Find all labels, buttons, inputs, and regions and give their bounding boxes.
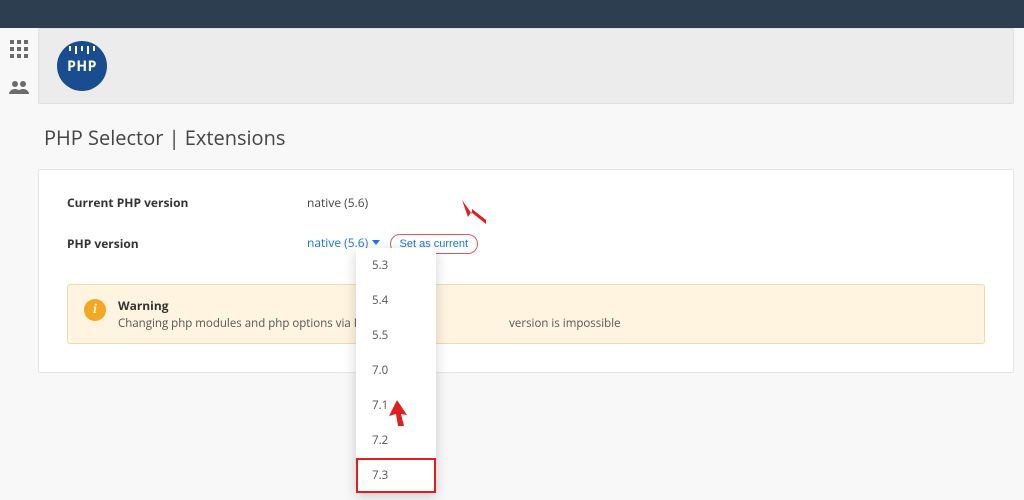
php-version-option[interactable]: 5.3 <box>356 248 436 283</box>
current-php-version-value: native (5.6) <box>307 194 368 211</box>
php-version-option[interactable]: 7.0 <box>356 353 436 388</box>
current-php-version-label: Current PHP version <box>67 194 307 211</box>
warning-icon: i <box>84 299 106 321</box>
php-version-dropdown-menu[interactable]: 5.35.45.57.07.17.27.3 <box>356 248 436 493</box>
caret-down-icon <box>372 240 380 245</box>
php-selector-logo: PHP <box>57 41 107 91</box>
apps-grid-icon[interactable] <box>10 40 28 62</box>
main-panel: Current PHP version native (5.6) PHP ver… <box>38 169 1014 373</box>
warning-alert: i Warning Changing php modules and php o… <box>67 284 985 344</box>
php-version-option[interactable]: 5.5 <box>356 318 436 353</box>
php-version-option[interactable]: 7.3 <box>356 458 436 493</box>
php-version-option[interactable]: 7.1 <box>356 388 436 423</box>
left-icon-rail <box>0 28 38 373</box>
php-version-option[interactable]: 5.4 <box>356 283 436 318</box>
php-version-label: PHP version <box>67 235 307 252</box>
page-title: PHP Selector | Extensions <box>38 104 1014 169</box>
php-version-option[interactable]: 7.2 <box>356 423 436 458</box>
app-header: PHP <box>38 28 1014 104</box>
users-icon[interactable] <box>9 80 29 98</box>
window-top-bar <box>0 0 1024 28</box>
